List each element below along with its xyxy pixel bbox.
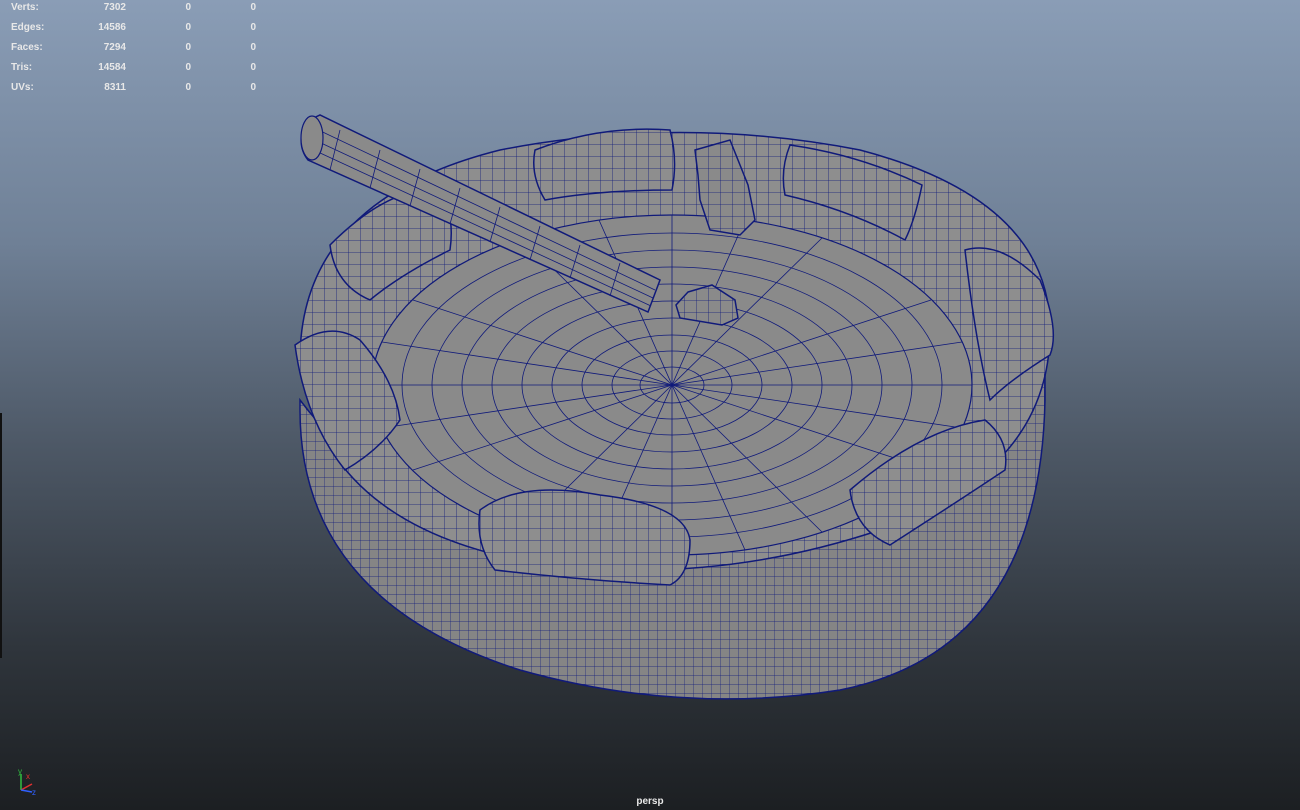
axis-z-line [20, 789, 33, 793]
ashtray-mesh[interactable] [294, 114, 1055, 700]
axis-x-label: x [26, 772, 30, 781]
axis-x-line [20, 783, 33, 791]
axis-y-label: y [18, 767, 22, 776]
camera-name-label: persp [636, 796, 664, 807]
viewport-edge-bar [0, 413, 2, 658]
axis-z-label: z [32, 788, 36, 796]
axis-gizmo: y x z [18, 767, 36, 796]
viewport-3d[interactable] [0, 0, 1300, 810]
